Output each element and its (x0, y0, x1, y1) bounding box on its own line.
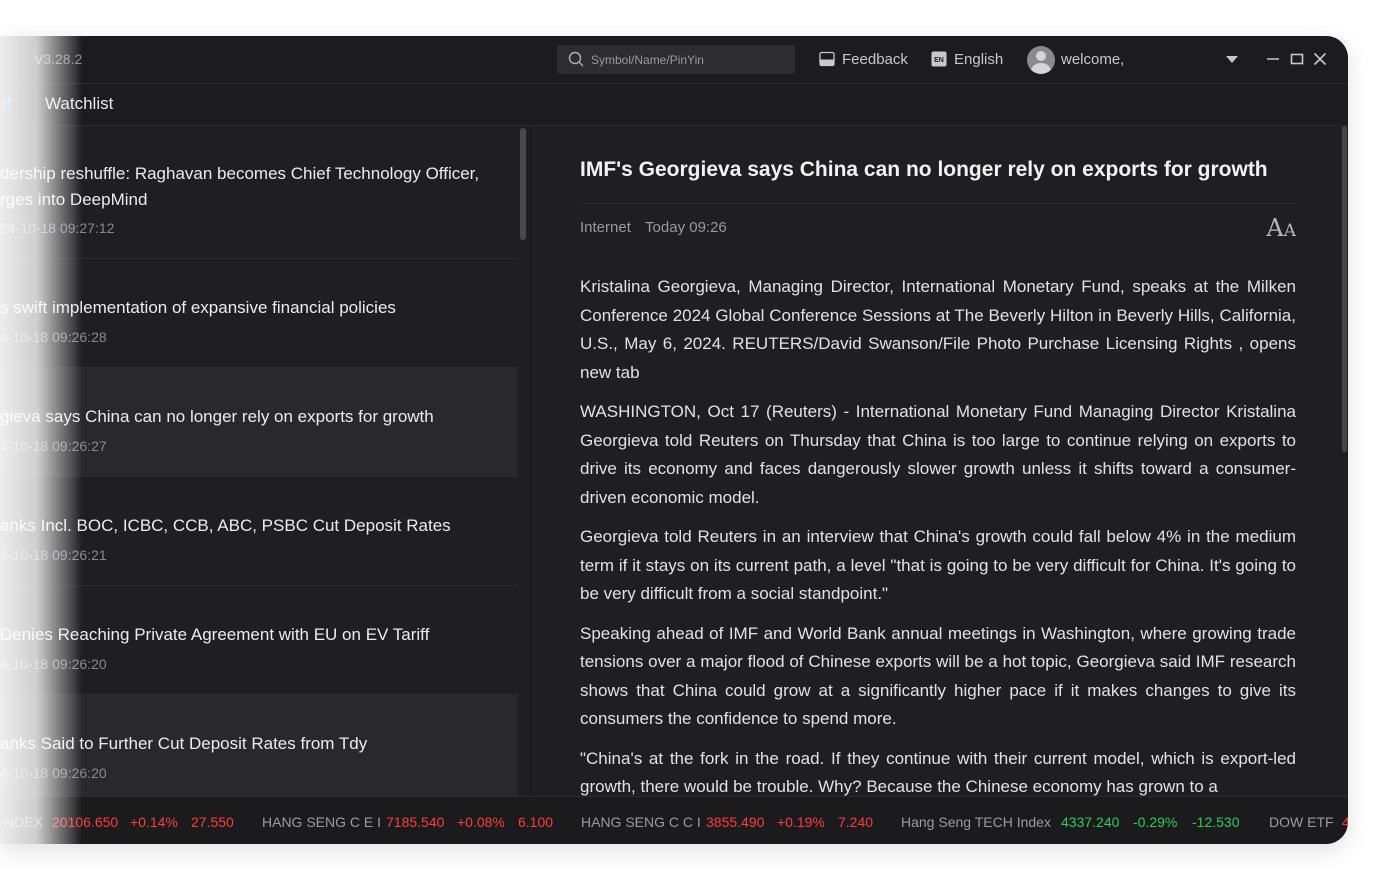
ticker-name[interactable]: Hang Seng TECH Index (901, 814, 1051, 830)
index-ticker: NDEX 20106.650 +0.14% 27.550 HANG SENG C… (0, 796, 1348, 844)
list-item[interactable]: s swift implementation of expansive fina… (0, 259, 518, 368)
tab-partial[interactable]: d (2, 94, 11, 114)
ticker-price: 7185.540 (386, 814, 445, 830)
chevron-down-icon[interactable] (1226, 56, 1238, 63)
ticker-change: 6.100 (518, 814, 554, 830)
search-box[interactable] (557, 45, 795, 74)
user-menu[interactable]: welcome, (1027, 45, 1124, 74)
ticker-change-pct: -0.29% (1133, 814, 1178, 830)
ticker-change-pct: +0.14% (130, 814, 178, 830)
search-input[interactable] (591, 49, 787, 70)
news-time: 4-10-18 09:26:21 (0, 547, 107, 563)
news-time: 4-10-18 09:26:20 (0, 656, 107, 672)
article-paragraph: WASHINGTON, Oct 17 (Reuters) - Internati… (580, 402, 1296, 507)
article-paragraph: Speaking ahead of IMF and World Bank ann… (580, 623, 1296, 729)
tab-bar: d Watchlist (0, 84, 1348, 126)
article-scrollbar[interactable] (1342, 126, 1347, 452)
language-icon: EN (931, 51, 947, 67)
avatar (1027, 45, 1055, 74)
news-time: 24-10-18 09:27:12 (0, 220, 115, 236)
feedback-label: Feedback (842, 50, 908, 68)
news-title: anks Incl. BOC, ICBC, CCB, ABC, PSBC Cut… (0, 516, 451, 535)
font-size-big-glyph: A (1266, 214, 1284, 242)
minimize-icon[interactable] (1264, 50, 1282, 68)
feedback-button[interactable]: Feedback (819, 48, 908, 70)
close-icon[interactable] (1311, 50, 1329, 68)
news-title: gieva says China can no longer rely on e… (0, 407, 434, 426)
ticker-change: 27.550 (191, 814, 234, 830)
list-item[interactable]: gieva says China can no longer rely on e… (0, 368, 518, 477)
news-time: 4-10-18 09:26:28 (0, 329, 107, 345)
ticker-change-pct: +0.19% (777, 814, 825, 830)
list-item[interactable]: anks Incl. BOC, ICBC, CCB, ABC, PSBC Cut… (0, 477, 518, 586)
app-version: V3.28.2 (34, 51, 83, 67)
ticker-name[interactable]: HANG SENG C C I (581, 814, 701, 830)
news-time: 4-10-18 09:26:20 (0, 765, 107, 781)
ticker-price: 3855.490 (706, 814, 765, 830)
article-title: IMF's Georgieva says China can no longer… (580, 158, 1268, 181)
ticker-change: 7.240 (838, 814, 874, 830)
article-meta: Internet Today 09:26 (580, 219, 727, 236)
article-paragraph: "China's at the fork in the road. If the… (580, 748, 1296, 797)
article-paragraph: Georgieva told Reuters in an interview t… (580, 527, 1296, 603)
ticker-price: 20106.650 (52, 814, 119, 830)
welcome-label: welcome, (1061, 51, 1125, 68)
app-window: V3.28.2 Feedback EN (0, 36, 1348, 844)
font-size-icon[interactable]: AA (1266, 214, 1296, 242)
list-item[interactable]: anks Said to Further Cut Deposit Rates f… (0, 695, 518, 796)
tab-watchlist[interactable]: Watchlist (45, 94, 113, 114)
news-title: s swift implementation of expansive fina… (0, 298, 396, 317)
ticker-name[interactable]: NDEX (4, 814, 43, 830)
news-title: Denies Reaching Private Agreement with E… (0, 625, 430, 644)
ticker-change: -12.530 (1192, 814, 1240, 830)
ticker-name[interactable]: HANG SENG C E I (262, 814, 381, 830)
feedback-icon (819, 51, 835, 67)
news-time: 4-10-18 09:26:27 (0, 438, 107, 454)
news-list: dership reshuffle: Raghavan becomes Chie… (0, 126, 518, 796)
article-time: Today 09:26 (645, 219, 727, 236)
article-source: Internet (580, 219, 631, 236)
list-item[interactable]: dership reshuffle: Raghavan becomes Chie… (0, 126, 518, 259)
search-icon (568, 51, 584, 67)
pane-divider[interactable] (530, 126, 531, 796)
list-item[interactable]: Denies Reaching Private Agreement with E… (0, 586, 518, 695)
maximize-icon[interactable] (1288, 50, 1306, 68)
language-button[interactable]: EN English (931, 48, 1003, 70)
ticker-change-pct: +0.08% (457, 814, 505, 830)
font-size-small-glyph: A (1283, 221, 1296, 241)
language-label: English (954, 50, 1004, 68)
news-title: dership reshuffle: Raghavan becomes Chie… (0, 164, 480, 209)
article-paragraph: Kristalina Georgieva, Managing Director,… (580, 277, 1296, 382)
article-pane: IMF's Georgieva says China can no longer… (580, 126, 1296, 796)
ticker-name[interactable]: DOW ETF (1269, 814, 1334, 830)
article-body: Kristalina Georgieva, Managing Director,… (580, 273, 1296, 796)
ticker-price: 4 (1342, 814, 1348, 830)
article-divider (580, 203, 1296, 204)
ticker-price: 4337.240 (1061, 814, 1120, 830)
news-title: anks Said to Further Cut Deposit Rates f… (0, 734, 368, 753)
language-badge: EN (934, 57, 944, 64)
title-bar: V3.28.2 Feedback EN (0, 36, 1348, 84)
list-scrollbar[interactable] (520, 128, 526, 240)
